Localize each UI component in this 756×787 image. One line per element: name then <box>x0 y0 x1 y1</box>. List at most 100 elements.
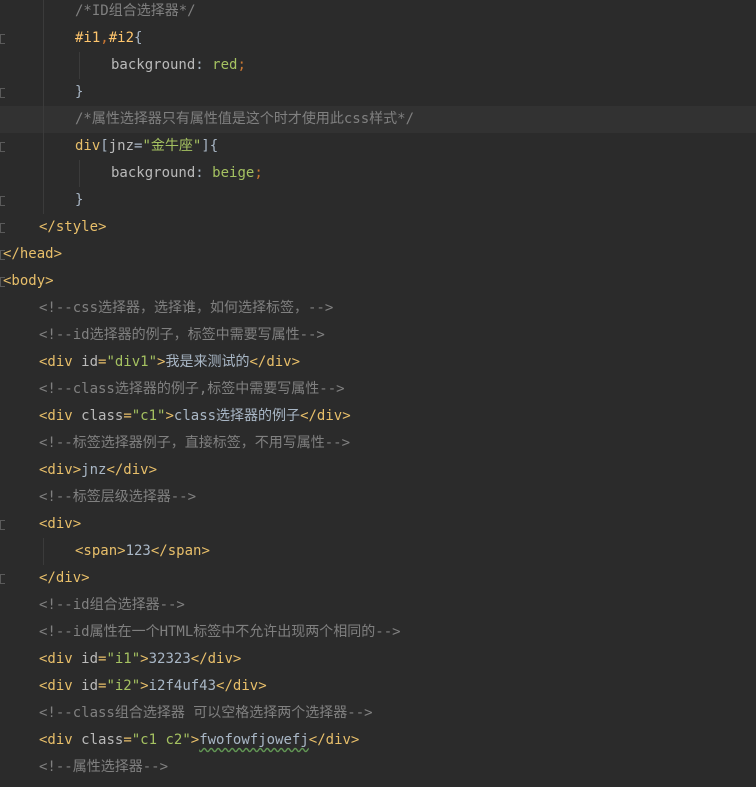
token-text: 123 <box>125 543 151 559</box>
code-line[interactable]: <body> <box>0 268 756 295</box>
indent-guide <box>43 52 44 79</box>
token-prop: background <box>111 165 196 181</box>
code-text: <!--id属性在一个HTML标签中不允许出现两个相同的--> <box>39 619 401 646</box>
fold-marker-icon[interactable] <box>0 574 5 584</box>
code-line[interactable]: </style> <box>0 214 756 241</box>
code-text: <div id="i2">i2f4uf43</div> <box>39 673 267 700</box>
token-text: [ <box>100 138 109 154</box>
code-line[interactable]: <div class="c1">class选择器的例子</div> <box>0 403 756 430</box>
token-text: i2f4uf43 <box>148 678 217 694</box>
token-attr: id <box>81 354 99 370</box>
token-val: "c1 c2" <box>131 732 191 748</box>
code-line[interactable]: <div id="i2">i2f4uf43</div> <box>0 673 756 700</box>
token-cssval: beige <box>212 165 255 181</box>
token-text: 32323 <box>148 651 191 667</box>
code-line[interactable]: <div> <box>0 511 756 538</box>
code-line[interactable]: background: red; <box>0 52 756 79</box>
token-text: : <box>195 165 213 181</box>
token-tag: </span> <box>150 543 210 559</box>
code-text: <div id="i1">32323</div> <box>39 646 241 673</box>
code-line[interactable]: <span>123</span> <box>0 538 756 565</box>
fold-marker-icon[interactable] <box>0 223 5 233</box>
token-val: "金牛座" <box>142 138 202 154</box>
token-tag: </head> <box>3 246 63 262</box>
code-editor[interactable]: /*ID组合选择器*/#i1,#i2{background: red;}/*属性… <box>0 0 756 787</box>
token-attr: class <box>81 732 124 748</box>
code-text: div[jnz="金牛座"]{ <box>75 133 218 160</box>
token-val: "i2" <box>106 678 141 694</box>
code-line[interactable]: </head> <box>0 241 756 268</box>
token-comment: <!--css选择器，选择谁，如何选择标签，--> <box>39 300 334 316</box>
token-attr: id <box>81 651 99 667</box>
code-line[interactable]: <!--id选择器的例子，标签中需要写属性--> <box>0 322 756 349</box>
indent-guide <box>43 187 44 214</box>
indent-guide <box>43 538 44 565</box>
token-tag: <body> <box>3 273 54 289</box>
token-text: 我是来测试的 <box>165 354 250 370</box>
code-line[interactable]: #i1,#i2{ <box>0 25 756 52</box>
indent-guide <box>43 133 44 160</box>
token-brace: } <box>75 84 84 100</box>
token-comment: <!--id组合选择器--> <box>39 597 185 613</box>
code-line[interactable]: /*ID组合选择器*/ <box>0 0 756 25</box>
token-cssval: red <box>212 57 238 73</box>
code-line[interactable]: <!--属性选择器--> <box>0 754 756 781</box>
code-line[interactable]: </div> <box>0 565 756 592</box>
code-text: </head> <box>3 241 62 268</box>
code-line[interactable]: <div id="div1">我是来测试的</div> <box>0 349 756 376</box>
code-line[interactable]: <!--class选择器的例子,标签中需要写属性--> <box>0 376 756 403</box>
token-tag: </div> <box>300 408 351 424</box>
token-val: "div1" <box>106 354 158 370</box>
code-text: <div id="div1">我是来测试的</div> <box>39 349 300 376</box>
code-text: <!--css选择器，选择谁，如何选择标签，--> <box>39 295 333 322</box>
code-line[interactable]: <!--class组合选择器 可以空格选择两个选择器--> <box>0 700 756 727</box>
code-text: background: beige; <box>111 160 263 187</box>
code-line[interactable]: <div>jnz</div> <box>0 457 756 484</box>
code-line[interactable]: <!--id属性在一个HTML标签中不允许出现两个相同的--> <box>0 619 756 646</box>
fold-marker-icon[interactable] <box>0 34 5 44</box>
code-line[interactable]: <div class="c1 c2">fwofowfjowefj</div> <box>0 727 756 754</box>
token-punct: ; <box>237 57 246 73</box>
code-line[interactable]: background: beige; <box>0 160 756 187</box>
token-brace: } <box>75 192 84 208</box>
token-punct: ; <box>254 165 263 181</box>
code-line[interactable]: } <box>0 79 756 106</box>
token-tag: </style> <box>39 219 107 235</box>
token-text: ] <box>201 138 210 154</box>
fold-marker-icon[interactable] <box>0 520 5 530</box>
token-sel: #i2 <box>108 30 135 46</box>
code-line[interactable]: div[jnz="金牛座"]{ <box>0 133 756 160</box>
token-attr: class <box>81 408 124 424</box>
token-tag: <div <box>39 678 82 694</box>
code-text: <div> <box>39 511 81 538</box>
token-comment: <!--标签层级选择器--> <box>39 489 197 505</box>
indent-guide <box>79 160 80 187</box>
code-line[interactable]: <div id="i1">32323</div> <box>0 646 756 673</box>
token-comment: <!--class组合选择器 可以空格选择两个选择器--> <box>39 705 373 721</box>
code-text: </style> <box>39 214 106 241</box>
token-tag: </div> <box>39 570 90 586</box>
token-punct: , <box>100 30 109 46</box>
code-text: <body> <box>3 268 54 295</box>
token-val: "c1" <box>131 408 166 424</box>
code-line[interactable]: <!--标签选择器例子，直接标签，不用写属性--> <box>0 430 756 457</box>
code-line[interactable]: } <box>0 187 756 214</box>
fold-marker-icon[interactable] <box>0 88 5 98</box>
token-tag: > <box>165 408 174 424</box>
code-line[interactable]: <!--css选择器，选择谁，如何选择标签，--> <box>0 295 756 322</box>
token-tag: = <box>123 732 132 748</box>
token-comment: <!--id选择器的例子，标签中需要写属性--> <box>39 327 325 343</box>
code-text: <!--id组合选择器--> <box>39 592 185 619</box>
code-text: /*ID组合选择器*/ <box>75 0 196 25</box>
indent-guide <box>43 25 44 52</box>
code-text: <div>jnz</div> <box>39 457 157 484</box>
token-sel: #i1 <box>75 30 101 46</box>
code-line[interactable]: /*属性选择器只有属性值是这个时才使用此css样式*/ <box>0 106 756 133</box>
code-line[interactable]: <!--标签层级选择器--> <box>0 484 756 511</box>
fold-marker-icon[interactable] <box>0 196 5 206</box>
indent-guide <box>43 0 44 25</box>
fold-marker-icon[interactable] <box>0 142 5 152</box>
code-line[interactable]: <!--id组合选择器--> <box>0 592 756 619</box>
token-tag: <div> <box>39 462 82 478</box>
token-comment: <!--标签选择器例子，直接标签，不用写属性--> <box>39 435 350 451</box>
